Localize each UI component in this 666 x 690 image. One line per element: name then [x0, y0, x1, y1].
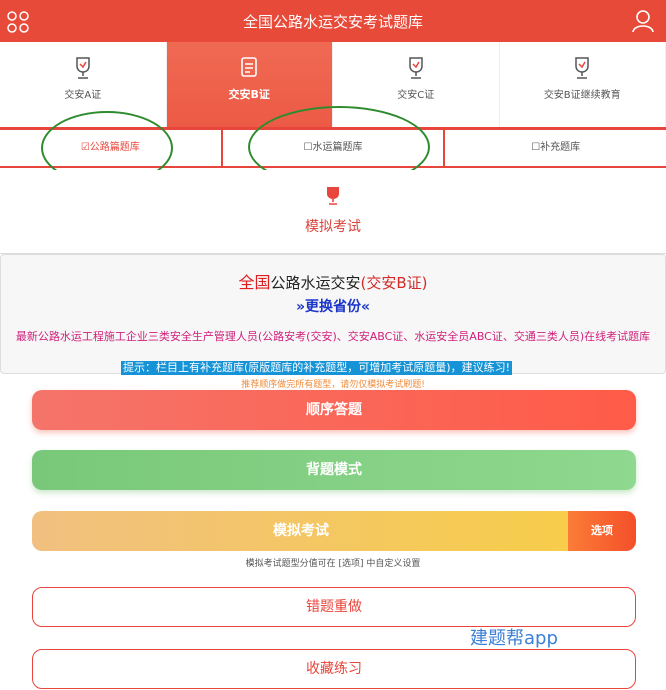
heading-suffix: (交安B证) — [360, 274, 428, 292]
info-card: 全国公路水运交安(交安B证) »更换省份« 最新公路水运工程施工企业三类安全生产… — [0, 254, 666, 374]
tab-cert-b-continuing[interactable]: 交安B证继续教育 — [500, 42, 666, 128]
tab-label: 交安A证 — [64, 90, 102, 101]
document-icon — [241, 57, 258, 77]
tab-label: 交安B证 — [228, 88, 270, 101]
app-title: 全国公路水运交安考试题库 — [242, 13, 423, 31]
sequential-answer-button[interactable]: 顺序答题 — [32, 390, 636, 430]
trophy-icon — [409, 57, 423, 79]
tab-label: 交安C证 — [397, 90, 435, 101]
trophy-icon — [327, 187, 339, 205]
favorites-practice-button[interactable]: 收藏练习 — [32, 649, 636, 689]
mock-exam-label: 模拟考试 — [305, 219, 361, 235]
exam-description: 最新公路水运工程施工企业三类安全生产管理人员(公路安考(交安)、交安ABC证、水… — [15, 330, 651, 343]
options-note: 模拟考试题型分值可在 [选项] 中自定义设置 — [245, 559, 421, 569]
change-province-link[interactable]: »更换省份« — [1, 296, 665, 316]
order-hint: 推荐顺序做完所有题型，请勿仅模拟考试刷题! — [241, 380, 425, 390]
user-icon[interactable] — [632, 9, 654, 33]
mock-exam-button[interactable]: 模拟考试 — [32, 511, 570, 551]
supplement-tip: 提示：栏目上有补充题库(原版题库的补充题型，可增加考试原题量)，建议练习! — [121, 361, 512, 375]
trophy-icon — [575, 57, 589, 79]
heading-main: 公路水运交安 — [270, 274, 361, 292]
memorize-mode-button[interactable]: 背题模式 — [32, 450, 636, 490]
top-bar: 全国公路水运交安考试题库 — [0, 0, 666, 42]
wrong-questions-button[interactable]: 错题重做 — [32, 587, 636, 627]
trophy-icon — [76, 57, 90, 79]
heading-prefix: 全国 — [238, 273, 271, 292]
mock-exam-section[interactable]: 模拟考试 — [0, 170, 666, 254]
watermark: 建题帮app — [470, 628, 558, 649]
bank-supplement[interactable]: ☐补充题库 — [445, 130, 666, 166]
exam-heading: 全国公路水运交安(交安B证) — [1, 269, 665, 293]
tab-label: 交安B证继续教育 — [543, 90, 621, 101]
options-button[interactable]: 选项 — [568, 511, 636, 551]
